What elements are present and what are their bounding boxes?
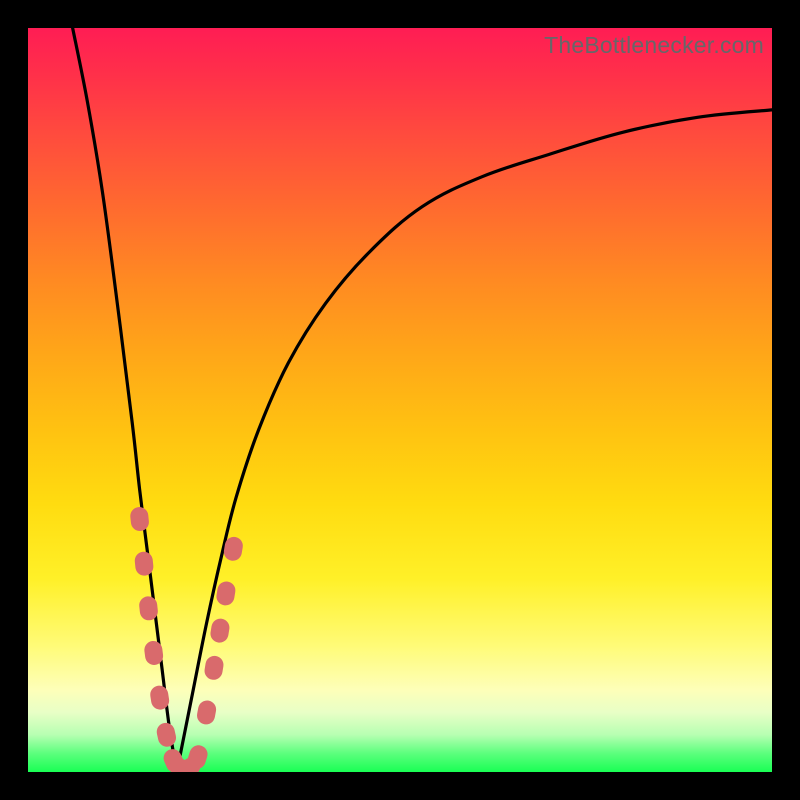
chart-stage: TheBottlenecker.com: [0, 0, 800, 800]
data-marker: [209, 617, 231, 644]
curve-layer: [28, 28, 772, 772]
data-marker: [129, 506, 149, 532]
right-branch-curve: [177, 110, 772, 772]
data-marker: [203, 655, 225, 682]
data-marker: [196, 699, 218, 726]
data-marker: [155, 721, 178, 748]
plot-area: TheBottlenecker.com: [28, 28, 772, 772]
data-marker: [215, 580, 237, 607]
